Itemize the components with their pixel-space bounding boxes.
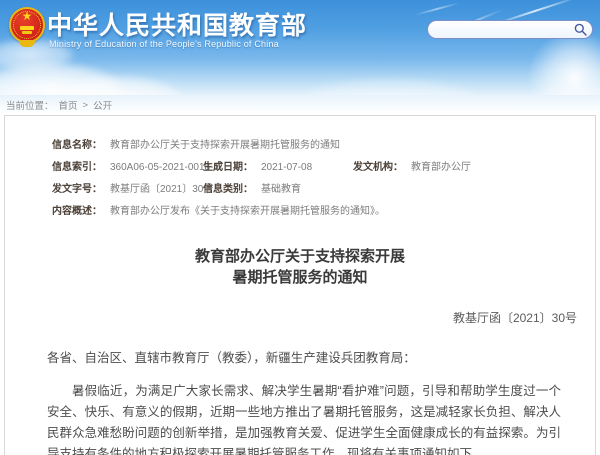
site-subtitle: Ministry of Education of the People's Re… (49, 39, 279, 49)
meta-value: 教育部办公厅发布《关于支持探索开展暑期托管服务的通知》。 (102, 206, 385, 217)
document-title-line1: 教育部办公厅关于支持探索开展 (5, 246, 595, 267)
body-paragraph: 暑假临近，为满足广大家长需求、解决学生暑期“看护难”问题，引导和帮助学生度过一个… (47, 381, 561, 455)
meta-value: 教基厅函〔2021〕30号 (102, 184, 213, 195)
meta-row-docnum: 发文字号：教基厅函〔2021〕30号 信息类别：基础教育 (52, 180, 587, 202)
meta-label: 发文机构： (353, 162, 403, 173)
meta-label: 信息名称： (52, 140, 102, 151)
document-title-line2: 暑期托管服务的通知 (5, 267, 595, 288)
document-number: 教基厅函〔2021〕30号 (5, 309, 595, 326)
page: ★ 中华人民共和国教育部 Ministry of Education of th… (0, 0, 600, 455)
breadcrumb-link-home[interactable]: 首页 (59, 98, 78, 112)
breadcrumb-label: 当前位置： (6, 98, 54, 112)
meta-value: 360A06-05-2021-0018-1 (102, 162, 219, 173)
meta-label: 信息索引： (52, 162, 102, 173)
site-title: 中华人民共和国教育部 (47, 6, 307, 42)
meta-label: 内容概述： (52, 206, 102, 217)
meta-value: 教育部办公厅关于支持探索开展暑期托管服务的通知 (102, 140, 340, 151)
meta-row-index: 信息索引：360A06-05-2021-0018-1 生成日期：2021-07-… (52, 158, 587, 180)
document-body: 各省、自治区、直辖市教育厅（教委），新疆生产建设兵团教育局： 暑假临近，为满足广… (5, 350, 595, 455)
document-title: 教育部办公厅关于支持探索开展 暑期托管服务的通知 (5, 246, 595, 288)
search-input[interactable] (438, 24, 574, 36)
cloud-decoration (300, 77, 480, 95)
breadcrumb-separator: > (83, 100, 89, 111)
search-box[interactable] (427, 20, 593, 39)
meta-row-summary: 内容概述：教育部办公厅发布《关于支持探索开展暑期托管服务的通知》。 (52, 202, 587, 224)
national-emblem-icon: ★ (8, 7, 48, 49)
meta-label: 发文字号： (52, 184, 102, 195)
meta-value: 教育部办公厅 (403, 162, 471, 173)
meta-row-name: 信息名称：教育部办公厅关于支持探索开展暑期托管服务的通知 (52, 136, 587, 158)
meta-label: 生成日期： (203, 162, 253, 173)
site-header: ★ 中华人民共和国教育部 Ministry of Education of th… (0, 0, 600, 95)
meta-value: 基础教育 (253, 184, 301, 195)
search-icon[interactable] (574, 23, 587, 36)
breadcrumb-link-gongkai[interactable]: 公开 (93, 98, 112, 112)
meta-label: 信息类别： (203, 184, 253, 195)
meta-value: 2021-07-08 (253, 162, 312, 173)
document-meta: 信息名称：教育部办公厅关于支持探索开展暑期托管服务的通知 信息索引：360A06… (5, 116, 595, 224)
light-streak-decoration (415, 2, 460, 16)
salutation: 各省、自治区、直辖市教育厅（教委），新疆生产建设兵团教育局： (47, 350, 561, 367)
content-panel: 信息名称：教育部办公厅关于支持探索开展暑期托管服务的通知 信息索引：360A06… (4, 115, 596, 455)
dandelion-decoration (527, 30, 600, 95)
breadcrumb: 当前位置： 首页 > 公开 (0, 95, 600, 115)
